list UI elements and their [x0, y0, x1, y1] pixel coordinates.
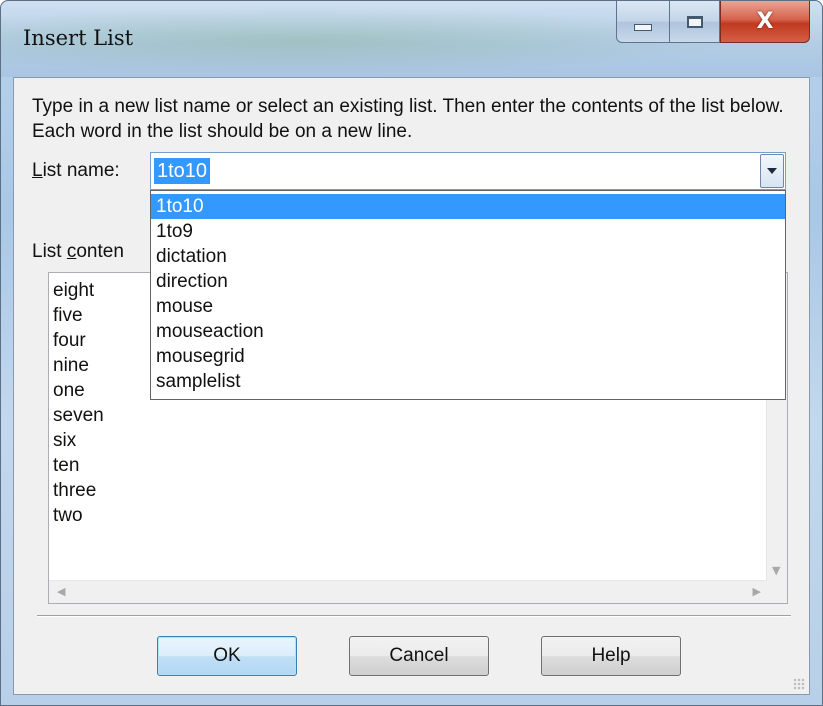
separator — [37, 615, 791, 617]
help-button[interactable]: Help — [541, 636, 681, 676]
list-name-dropdown[interactable]: 1to10 1to9 dictation direction mouse mouseact… — [150, 190, 786, 400]
list-content-line: two — [53, 505, 83, 526]
dropdown-option[interactable]: direction — [151, 269, 785, 294]
cancel-button[interactable]: Cancel — [349, 636, 489, 676]
insert-list-window: Insert List X Type in a new list name or… — [0, 0, 823, 706]
caption-buttons: X — [616, 1, 810, 45]
scroll-right-icon[interactable]: ▶ — [753, 585, 761, 598]
list-contents-label-mnemonic: c — [66, 241, 77, 262]
window-title: Insert List — [23, 26, 134, 50]
chevron-down-icon — [767, 168, 777, 174]
instructions-text: Type in a new list name or select an exi… — [32, 96, 784, 142]
ok-button[interactable]: OK — [157, 636, 297, 676]
list-content-line: eight — [53, 280, 95, 301]
list-content-line: ten — [53, 455, 80, 476]
list-content-line: four — [53, 330, 86, 351]
minimize-button[interactable] — [616, 1, 670, 43]
dropdown-button[interactable] — [760, 154, 784, 188]
list-content-line: six — [53, 430, 77, 451]
dropdown-option[interactable]: 1to9 — [151, 219, 785, 244]
scroll-down-icon[interactable]: ▼ — [772, 564, 780, 577]
list-name-label: List name: — [32, 160, 120, 182]
minimize-icon — [634, 24, 652, 31]
close-icon: X — [756, 9, 774, 34]
scrollbar-corner — [767, 581, 787, 603]
title-bar[interactable]: Insert List X — [1, 1, 822, 77]
list-name-value[interactable]: 1to10 — [154, 158, 211, 184]
resize-grip-icon[interactable] — [793, 678, 805, 690]
close-button[interactable]: X — [720, 1, 810, 43]
list-content-line: nine — [53, 355, 89, 376]
scroll-left-icon[interactable]: ◀ — [57, 585, 65, 598]
horizontal-scrollbar[interactable]: ◀ ▶ — [49, 580, 767, 603]
dropdown-option[interactable]: mousegrid — [151, 344, 785, 369]
list-content-line: seven — [53, 405, 104, 426]
dropdown-option[interactable]: mouse — [151, 294, 785, 319]
maximize-icon — [686, 15, 703, 28]
list-content-line: one — [53, 380, 85, 401]
list-contents-label: List conten — [32, 241, 124, 263]
maximize-button[interactable] — [670, 1, 720, 43]
dropdown-option[interactable]: 1to10 — [151, 194, 785, 219]
list-content-line: three — [53, 480, 97, 501]
dropdown-option[interactable]: dictation — [151, 244, 785, 269]
dropdown-option[interactable]: mouseaction — [151, 319, 785, 344]
list-contents-label-rest: onten — [76, 241, 124, 262]
list-contents-lines: eight five four nine one seven six ten three two — [53, 278, 104, 528]
dropdown-option[interactable]: samplelist — [151, 369, 785, 394]
list-name-label-mnemonic: L — [32, 160, 43, 181]
list-name-combobox[interactable]: 1to10 — [150, 152, 786, 190]
dialog-client-area: Type in a new list name or select an exi… — [13, 77, 810, 695]
list-name-label-rest: ist name: — [42, 160, 120, 181]
list-contents-label-prefix: List — [32, 241, 67, 262]
list-content-line: five — [53, 305, 83, 326]
